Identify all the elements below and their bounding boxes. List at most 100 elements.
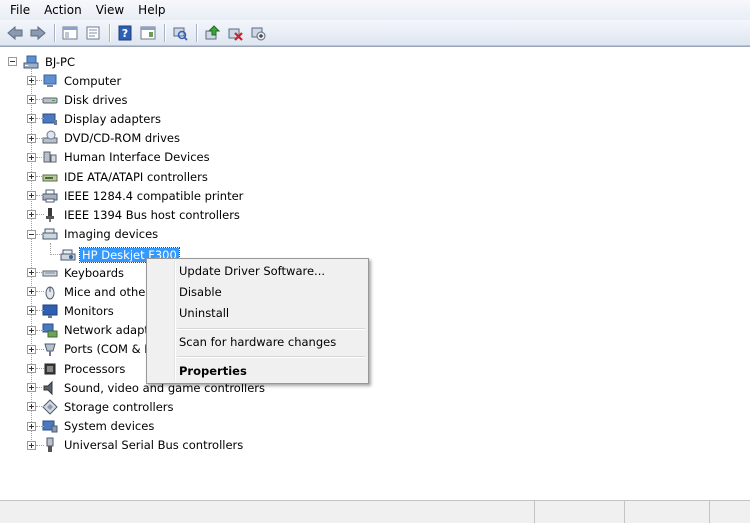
tree-node-label: DVD/CD-ROM drives xyxy=(64,131,180,146)
tree-node-label: System devices xyxy=(64,419,155,434)
toolbar: ? xyxy=(0,20,750,46)
hid-icon xyxy=(43,151,57,163)
expand-icon[interactable] xyxy=(27,421,36,431)
device-tree[interactable]: BJ-PC Computer Disk drives Display adapter… xyxy=(0,46,750,499)
dvd-drive-icon xyxy=(42,130,58,144)
expand-icon[interactable] xyxy=(27,383,36,393)
tree-node-label: Computer xyxy=(64,73,122,88)
tree-line xyxy=(36,329,44,331)
properties-sheet-icon[interactable] xyxy=(82,22,104,44)
tree-line xyxy=(50,243,51,253)
collapse-icon[interactable] xyxy=(27,229,36,239)
disable-icon[interactable] xyxy=(247,22,269,44)
status-bar xyxy=(0,500,750,523)
collapse-icon[interactable] xyxy=(8,57,17,66)
status-cell-2 xyxy=(535,501,625,523)
expand-icon[interactable] xyxy=(27,114,36,124)
imaging-device-icon xyxy=(42,228,58,240)
toolbar-separator xyxy=(109,23,110,42)
tree-node-printer[interactable]: IEEE 1284.4 compatible printer xyxy=(27,186,245,205)
tree-line xyxy=(36,176,44,177)
expand-icon[interactable] xyxy=(27,325,36,335)
tree-node-monitor[interactable]: Monitors xyxy=(27,301,116,320)
tree-node-usb[interactable]: Universal Serial Bus controllers xyxy=(27,436,245,455)
expand-icon[interactable] xyxy=(27,402,36,412)
status-cell-3 xyxy=(625,501,710,523)
ide-controller-icon xyxy=(42,174,58,181)
menu-separator xyxy=(177,356,365,357)
tree-node-disk-drive[interactable]: Disk drives xyxy=(27,90,129,109)
expand-icon[interactable] xyxy=(27,133,36,143)
tree-node-label: Human Interface Devices xyxy=(64,150,210,165)
tree-line xyxy=(36,99,44,101)
tree-node-label: Disk drives xyxy=(64,92,128,107)
expand-icon[interactable] xyxy=(27,287,36,297)
expand-icon[interactable] xyxy=(27,210,36,220)
status-cell-main xyxy=(0,501,535,523)
toolbar-separator xyxy=(164,23,165,42)
tree-node-label: IEEE 1284.4 compatible printer xyxy=(64,188,244,203)
tree-root[interactable]: BJ-PC xyxy=(8,52,77,71)
expand-icon[interactable] xyxy=(27,440,36,450)
tree-node-dvd-drive[interactable]: DVD/CD-ROM drives xyxy=(27,129,182,148)
tree-node-computer[interactable]: Computer xyxy=(27,71,123,90)
menu-separator xyxy=(177,328,365,329)
menu-item-uninstall[interactable]: Uninstall xyxy=(149,303,366,323)
expand-icon[interactable] xyxy=(27,76,36,85)
back-icon[interactable] xyxy=(4,22,26,44)
expand-icon[interactable] xyxy=(27,344,36,354)
menu-item-update-driver[interactable]: Update Driver Software... xyxy=(149,261,366,281)
tree-line xyxy=(36,272,44,273)
tree-node-mouse[interactable]: Mice and other xyxy=(27,282,152,301)
printer-icon xyxy=(42,189,58,203)
usb-icon xyxy=(46,437,54,453)
tree-line xyxy=(36,156,44,158)
tree-line xyxy=(36,214,44,216)
scan-hardware-icon[interactable] xyxy=(169,22,191,44)
menu-item-disable[interactable]: Disable xyxy=(149,282,366,302)
tree-line xyxy=(36,118,44,120)
expand-icon[interactable] xyxy=(27,172,36,181)
tree-node-ide-controller[interactable]: IDE ATA/ATAPI controllers xyxy=(27,167,210,186)
expand-icon[interactable] xyxy=(27,364,36,373)
expand-icon[interactable] xyxy=(27,152,36,162)
tree-line xyxy=(50,254,60,255)
tree-line xyxy=(36,368,44,369)
tree-node-label: Imaging devices xyxy=(64,227,159,242)
tree-node-firewire[interactable]: IEEE 1394 Bus host controllers xyxy=(27,205,242,224)
svg-text:?: ? xyxy=(122,27,128,40)
console-tree-icon[interactable] xyxy=(137,22,159,44)
menu-bar: File Action View Help xyxy=(0,0,750,20)
tree-node-label: Mice and other xyxy=(64,284,151,299)
tree-line xyxy=(36,387,44,389)
forward-icon[interactable] xyxy=(27,22,49,44)
expand-icon[interactable] xyxy=(27,95,36,105)
menu-item-scan-hardware[interactable]: Scan for hardware changes xyxy=(149,332,366,352)
keyboard-icon xyxy=(42,270,58,276)
show-hide-tree-icon[interactable] xyxy=(59,22,81,44)
expand-icon[interactable] xyxy=(27,306,36,316)
tree-node-label: IDE ATA/ATAPI controllers xyxy=(64,169,208,184)
tree-node-imaging-device[interactable]: Imaging devices xyxy=(27,225,160,244)
expand-icon[interactable] xyxy=(27,191,36,201)
tree-node-port[interactable]: Ports (COM & L xyxy=(27,340,153,359)
tree-node-label: Monitors xyxy=(64,303,114,318)
mouse-icon xyxy=(45,286,55,300)
menu-file[interactable]: File xyxy=(3,0,37,20)
tree-node-display-adapter[interactable]: Display adapters xyxy=(27,109,163,128)
tree-node-hid[interactable]: Human Interface Devices xyxy=(27,148,212,167)
tree-node-keyboard[interactable]: Keyboards xyxy=(27,263,126,282)
menu-action[interactable]: Action xyxy=(37,0,89,20)
menu-help[interactable]: Help xyxy=(131,0,172,20)
menu-item-properties[interactable]: Properties xyxy=(149,361,366,381)
help-icon[interactable]: ? xyxy=(114,22,136,44)
tree-node-network-adapter[interactable]: Network adapte xyxy=(27,321,158,340)
scanner-icon xyxy=(60,249,76,260)
menu-view[interactable]: View xyxy=(89,0,131,20)
tree-node-processor[interactable]: Processors xyxy=(27,359,127,378)
expand-icon[interactable] xyxy=(27,268,36,277)
update-driver-icon[interactable] xyxy=(201,22,223,44)
tree-node-system-device[interactable]: System devices xyxy=(27,417,156,436)
uninstall-icon[interactable] xyxy=(224,22,246,44)
tree-node-storage-controller[interactable]: Storage controllers xyxy=(27,397,176,416)
